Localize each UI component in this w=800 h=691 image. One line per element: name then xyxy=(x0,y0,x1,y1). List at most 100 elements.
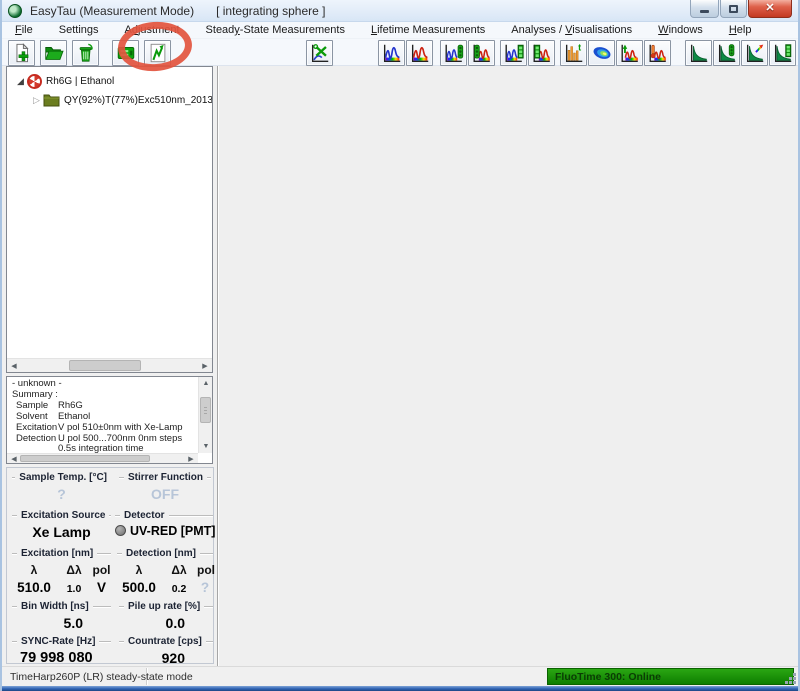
menu-file[interactable]: File xyxy=(2,23,46,37)
bin-width-group: Bin Width [ns] 5.0 xyxy=(12,601,111,631)
tree-child-item[interactable]: ▷ QY(92%)T(77%)Exc510nm_20131219_1606 xyxy=(31,91,213,109)
sync-rate-group: SYNC-Rate [Hz] 79 998 080 xyxy=(12,636,111,666)
countrate-value: 920 xyxy=(119,650,213,666)
menu-windows[interactable]: Windows xyxy=(645,23,716,37)
open-folder-icon xyxy=(43,42,65,64)
scrollbar-thumb[interactable] xyxy=(200,397,211,423)
contour-map-button[interactable] xyxy=(588,40,615,66)
hardware-connect-icon xyxy=(115,42,137,64)
pile-up-group: Pile up rate [%] 0.0 xyxy=(119,601,213,631)
detection-label: Detection [nm] xyxy=(122,548,200,559)
title-bar: EasyTau (Measurement Mode)[ integrating … xyxy=(2,0,798,22)
emission-spectrum-button[interactable] xyxy=(406,40,433,66)
maximize-button[interactable] xyxy=(720,0,747,18)
detection-group: Detection [nm] λΔλpol 500.00.2? xyxy=(117,548,213,595)
emission-spectrum-stoplight-icon xyxy=(471,42,493,64)
app-icon xyxy=(8,4,22,18)
workspace-area xyxy=(217,66,798,666)
scroll-up-icon[interactable]: ▲ xyxy=(199,377,213,390)
window-title: EasyTau (Measurement Mode)[ integrating … xyxy=(30,4,325,18)
countrate-label: Countrate [cps] xyxy=(124,636,206,647)
excitation-spectrum-button[interactable] xyxy=(378,40,405,66)
hardware-connect-button[interactable] xyxy=(112,40,139,66)
menu-lifetime-measurements[interactable]: Lifetime Measurements xyxy=(358,23,498,37)
scroll-left-icon[interactable]: ◀ xyxy=(7,454,21,463)
emission-spectrum-stoplight-button[interactable] xyxy=(468,40,495,66)
excitation-scan-series-button[interactable] xyxy=(500,40,527,66)
minimize-button[interactable] xyxy=(690,0,719,18)
emission-scan-series-button[interactable] xyxy=(528,40,555,66)
status-bar: TimeHarp260P (LR) steady-state mode Fluo… xyxy=(2,666,798,686)
scroll-left-icon[interactable]: ◀ xyxy=(7,359,21,372)
thumb-grip xyxy=(204,410,207,411)
excitation-source-label: Excitation Source xyxy=(17,510,109,521)
expander-open-icon[interactable]: ◢ xyxy=(15,76,26,87)
excitation-label: Excitation [nm] xyxy=(17,548,97,559)
excitation-wavelength: 510.0 xyxy=(12,580,56,595)
sync-rate-label: SYNC-Rate [Hz] xyxy=(17,636,99,647)
expander-closed-icon[interactable]: ▷ xyxy=(31,95,42,106)
excitation-pol: V xyxy=(92,580,111,595)
sample-icon xyxy=(27,74,42,89)
scroll-right-icon[interactable]: ▶ xyxy=(184,454,198,463)
scroll-down-icon[interactable]: ▼ xyxy=(199,440,213,453)
window-context: [ integrating sphere ] xyxy=(216,4,325,18)
decay-stoplight-button[interactable] xyxy=(713,40,740,66)
pile-up-value: 0.0 xyxy=(119,615,213,631)
stirrer-group: Stirrer Function OFF xyxy=(119,472,211,502)
tree-root-label: Rh6G | Ethanol xyxy=(46,76,114,87)
bin-width-label: Bin Width [ns] xyxy=(17,601,93,612)
sample-temp-group: Sample Temp. [°C] ? xyxy=(12,472,111,502)
stirrer-value: OFF xyxy=(119,486,211,502)
excitation-spectrum-stoplight-button[interactable] xyxy=(440,40,467,66)
window-controls: ✕ xyxy=(689,0,792,18)
pile-up-label: Pile up rate [%] xyxy=(124,601,204,612)
excitation-source-group: Excitation Source Xe Lamp xyxy=(12,510,111,540)
excitation-spectrum-icon xyxy=(381,42,403,64)
decay-rainbow-arrow-button[interactable] xyxy=(741,40,768,66)
status-device: TimeHarp260P (LR) steady-state mode xyxy=(4,668,147,685)
scrollbar-thumb[interactable] xyxy=(69,360,141,371)
scrollbar-thumb[interactable] xyxy=(20,455,150,462)
emission-scan-series-icon xyxy=(531,42,553,64)
decay-series-button[interactable] xyxy=(769,40,796,66)
tcspc-time-trace-button[interactable]: t xyxy=(560,40,587,66)
detection-bandwidth: 0.2 xyxy=(161,583,197,595)
menu-adjustment[interactable]: Adjustment xyxy=(112,23,193,37)
close-button[interactable]: ✕ xyxy=(748,0,792,18)
menu-settings[interactable]: Settings xyxy=(46,23,112,37)
contour-map-icon xyxy=(591,42,613,64)
sample-temp-value: ? xyxy=(12,486,111,502)
menu-steady-state-measurements[interactable]: Steady-State Measurements xyxy=(193,23,358,37)
detection-wavelength: 500.0 xyxy=(117,580,161,595)
new-measurement-button[interactable] xyxy=(8,40,35,66)
measurement-tree: ◢ Rh6G | Ethanol ▷ QY(92%)T(77%)Exc510nm… xyxy=(6,66,213,373)
delete-button[interactable] xyxy=(72,40,99,66)
countrate-group: Countrate [cps] 920 xyxy=(119,636,213,666)
toolbar: t xyxy=(2,39,798,66)
trash-icon xyxy=(75,42,97,64)
spectrum-arrow-up-button[interactable] xyxy=(616,40,643,66)
tree-root-item[interactable]: ◢ Rh6G | Ethanol xyxy=(15,72,114,90)
spectrum-arrow-up-icon xyxy=(619,42,641,64)
measurement-mode-button[interactable] xyxy=(144,40,171,66)
resize-grip[interactable] xyxy=(793,681,796,684)
summary-text: - unknown - Summary : SampleRh6G Solvent… xyxy=(12,379,196,464)
detector-indicator-icon xyxy=(115,525,126,536)
detector-label: Detector xyxy=(120,510,169,521)
status-online-badge: FluoTime 300: Online xyxy=(547,668,794,685)
summary-horizontal-scrollbar[interactable]: ◀ ▶ xyxy=(7,453,198,463)
menu-analyses-visualisations[interactable]: Analyses / Visualisations xyxy=(498,23,645,37)
open-file-button[interactable] xyxy=(40,40,67,66)
summary-vertical-scrollbar[interactable]: ▲ ▼ xyxy=(198,377,212,453)
scroll-right-icon[interactable]: ▶ xyxy=(198,359,212,372)
decay-series-icon xyxy=(772,42,794,64)
menu-help[interactable]: Help xyxy=(716,23,765,37)
tree-horizontal-scrollbar[interactable]: ◀ ▶ xyxy=(7,358,212,372)
measurement-mode-icon xyxy=(147,42,169,64)
temperature-spectrum-button[interactable] xyxy=(644,40,671,66)
decay-button[interactable] xyxy=(685,40,712,66)
adjustment-button[interactable] xyxy=(306,40,333,66)
excitation-source-value: Xe Lamp xyxy=(12,524,111,540)
app-window: EasyTau (Measurement Mode)[ integrating … xyxy=(0,0,800,691)
